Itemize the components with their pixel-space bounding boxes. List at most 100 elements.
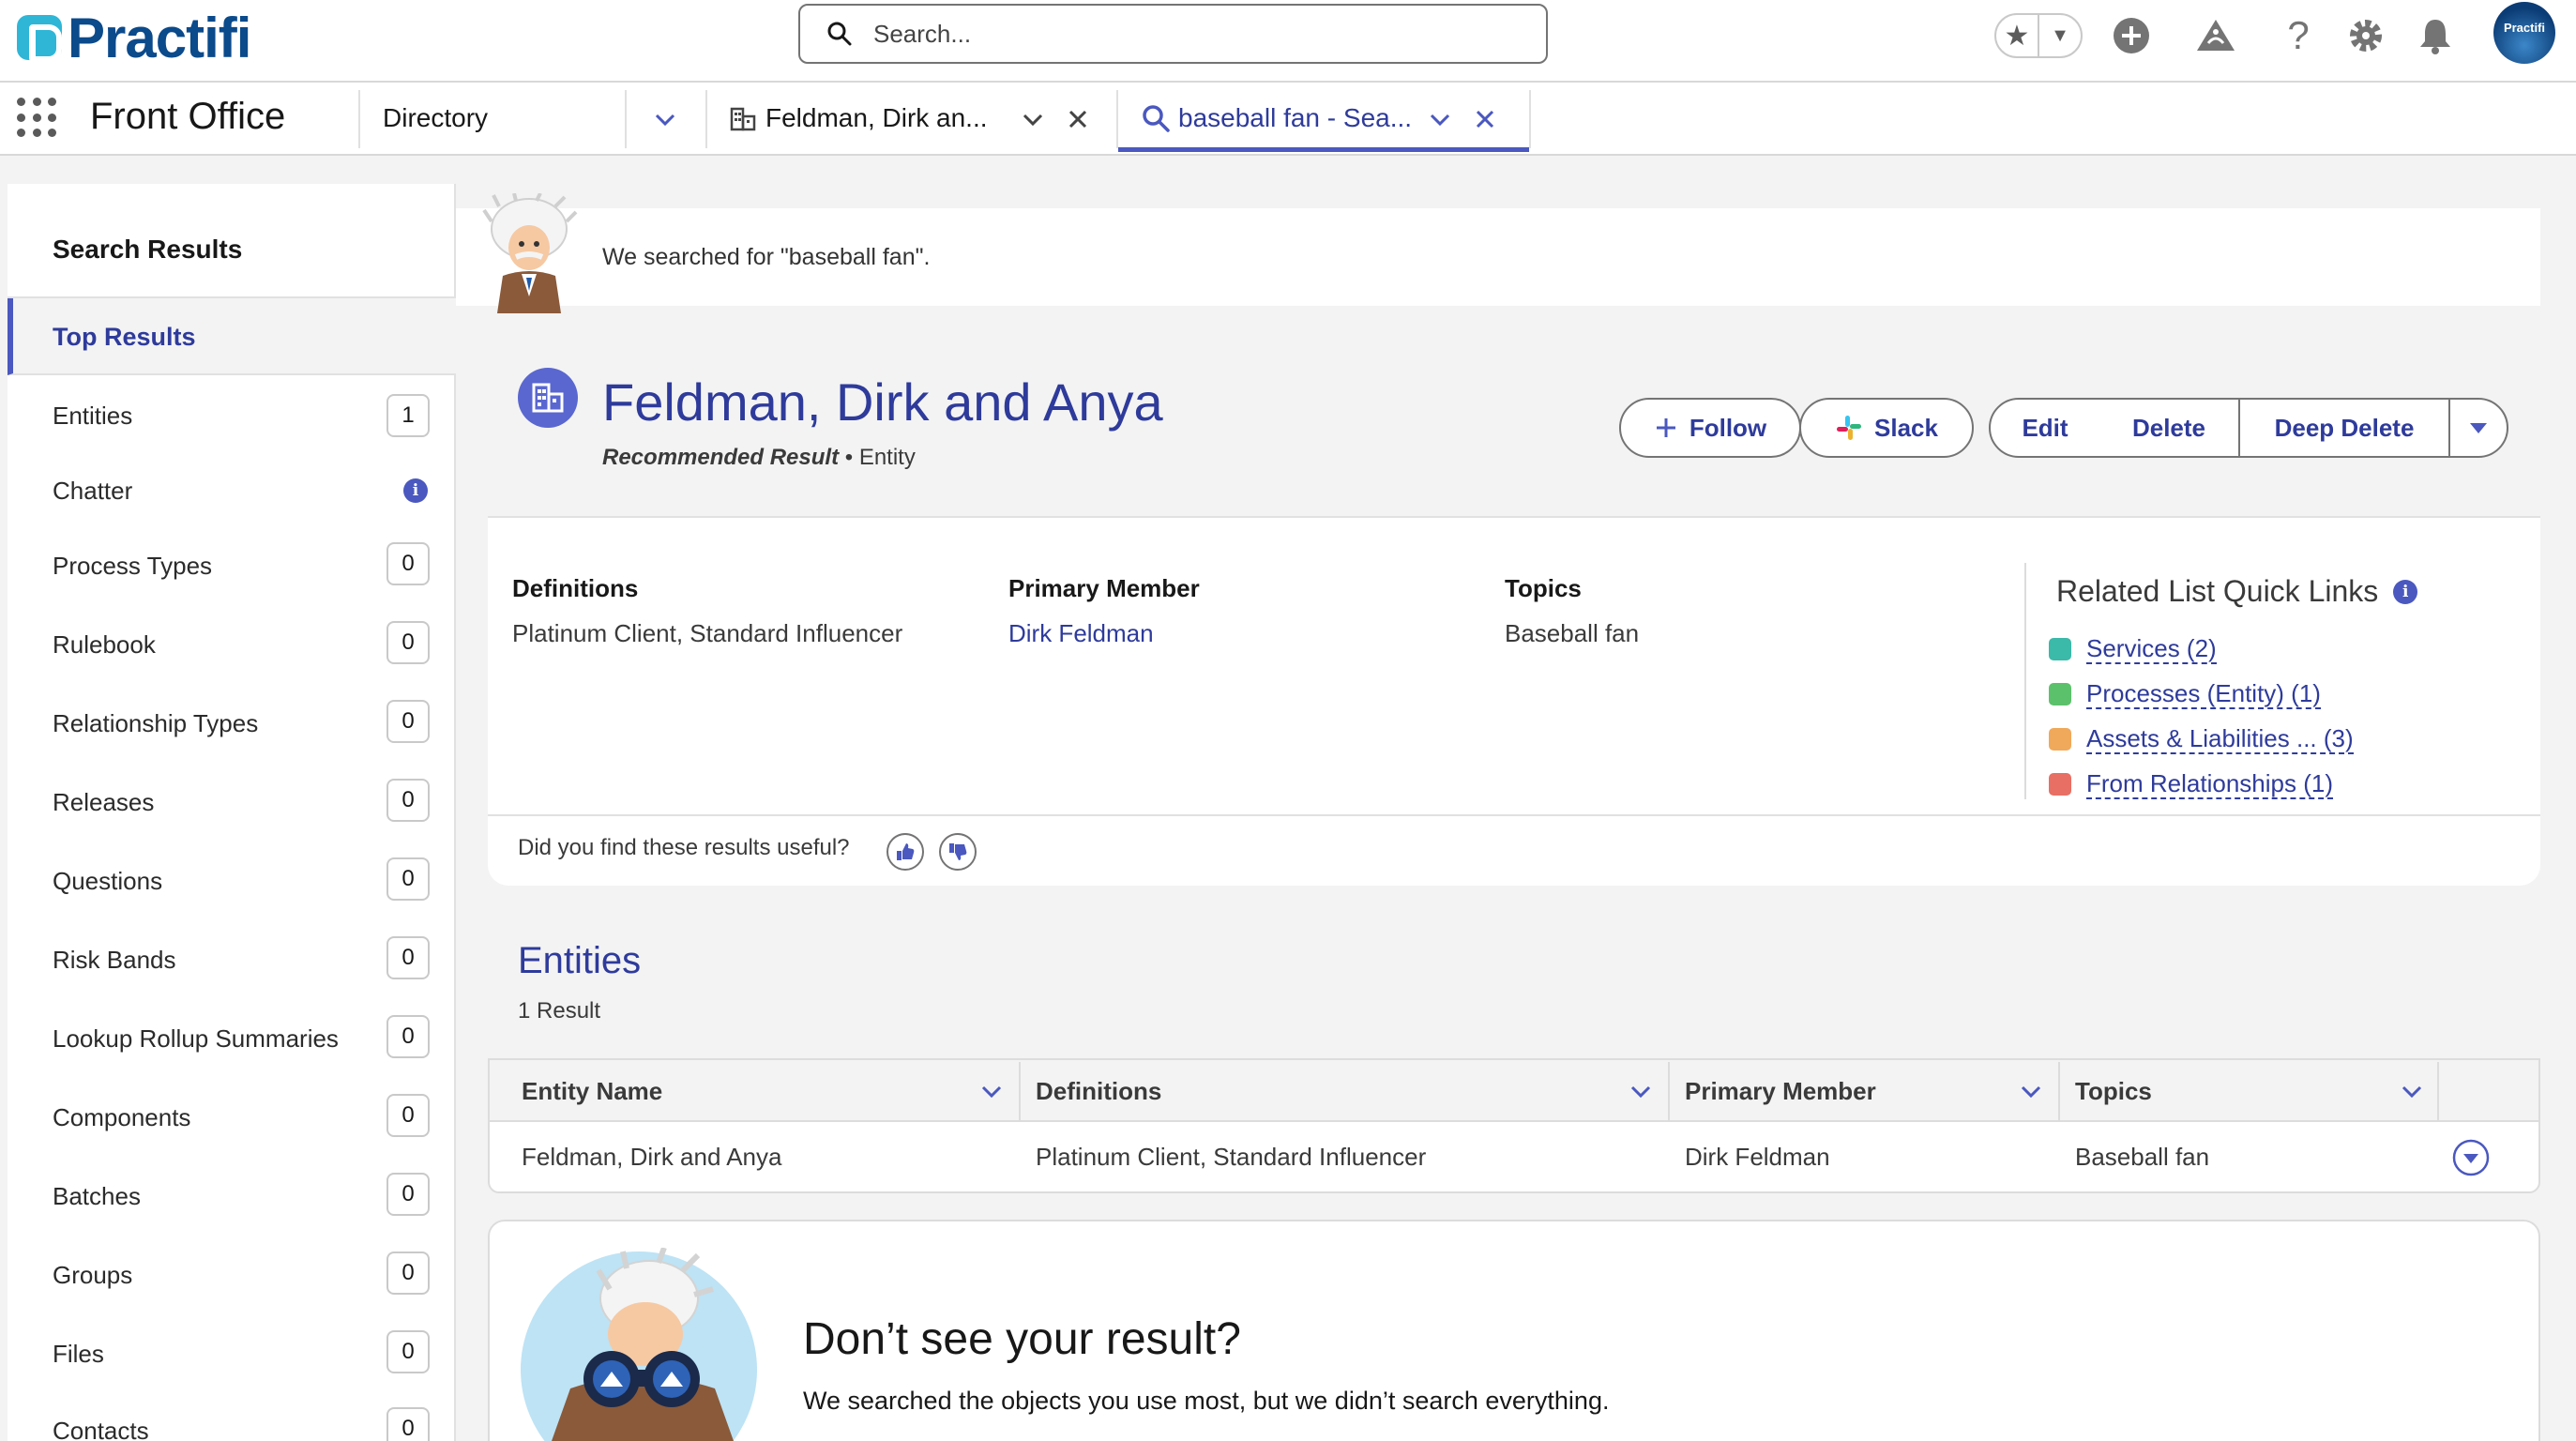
user-avatar[interactable]: Practifi <box>2493 2 2555 64</box>
cell-entity-name-link[interactable]: Feldman, Dirk and Anya <box>522 1143 781 1172</box>
count-badge: 0 <box>386 857 430 901</box>
favorites-dropdown-icon[interactable]: ▼ <box>2038 15 2081 56</box>
sidebar-item-chatter[interactable]: Chatter <box>53 477 132 506</box>
quick-link-label: Processes (Entity) (1) <box>2086 679 2321 709</box>
slack-button[interactable]: Slack <box>1799 398 1974 458</box>
tab-search-label: baseball fan - Sea... <box>1178 103 1413 132</box>
help-icon[interactable]: ? <box>2276 13 2321 58</box>
app-launcher-icon[interactable] <box>17 98 58 139</box>
follow-button[interactable]: Follow <box>1619 398 1801 458</box>
close-icon[interactable] <box>1068 109 1088 129</box>
column-divider <box>2058 1062 2060 1120</box>
sidebar-item-top-results[interactable]: Top Results <box>8 298 456 375</box>
trailhead-icon[interactable] <box>2193 13 2238 58</box>
delete-button[interactable]: Delete <box>2099 398 2240 458</box>
sidebar-item-releases[interactable]: Releases <box>53 788 154 817</box>
result-title[interactable]: Feldman, Dirk and Anya <box>602 372 1163 432</box>
search-icon <box>1143 105 1170 132</box>
search-summary-text: We searched for "baseball fan". <box>602 244 931 270</box>
entities-result-count: 1 Result <box>518 998 601 1024</box>
thumbs-up-icon[interactable] <box>886 833 924 871</box>
sidebar-item-rulebook[interactable]: Rulebook <box>53 630 156 660</box>
count-badge: 0 <box>386 779 430 822</box>
quick-link-services[interactable]: Services (2) <box>2049 634 2217 664</box>
chevron-down-icon[interactable] <box>1428 107 1452 131</box>
row-actions-icon[interactable] <box>2452 1139 2490 1176</box>
quick-link-assets-liabilities[interactable]: Assets & Liabilities ... (3) <box>2049 724 2354 754</box>
recommended-label: Recommended Result <box>602 445 840 470</box>
gear-icon[interactable] <box>2343 13 2388 58</box>
column-divider <box>2437 1062 2439 1120</box>
quick-link-from-relationships[interactable]: From Relationships (1) <box>2049 769 2333 799</box>
sidebar-item-batches[interactable]: Batches <box>53 1182 141 1211</box>
count-badge: 0 <box>386 1094 430 1137</box>
quick-links-divider <box>2024 563 2026 799</box>
chevron-down-icon[interactable] <box>653 107 677 131</box>
nav-object-selector[interactable]: Directory <box>383 103 488 133</box>
info-icon: i <box>403 478 428 503</box>
nav-divider <box>1529 90 1531 148</box>
app-name: Front Office <box>90 96 286 137</box>
feedback-question: Did you find these results useful? <box>518 835 850 860</box>
relationships-icon <box>2049 773 2071 796</box>
entities-section-title[interactable]: Entities <box>518 940 641 982</box>
thumbs-down-icon[interactable] <box>939 833 977 871</box>
search-results-sidebar: Search Results Top Results Entities 1 Ch… <box>8 184 456 1441</box>
column-divider <box>1019 1062 1021 1120</box>
sidebar-item-relationship-types[interactable]: Relationship Types <box>53 709 258 738</box>
info-icon[interactable]: i <box>2393 579 2418 604</box>
sidebar-item-contacts[interactable]: Contacts <box>53 1417 149 1441</box>
primary-member-link[interactable]: Dirk Feldman <box>1008 619 1154 648</box>
sidebar-title: Search Results <box>53 235 243 264</box>
tab-entity-record[interactable]: Feldman, Dirk an... <box>705 83 1116 152</box>
sidebar-item-questions[interactable]: Questions <box>53 867 162 896</box>
sidebar-item-risk-bands[interactable]: Risk Bands <box>53 946 176 975</box>
column-header-definitions[interactable]: Definitions <box>1036 1077 1161 1106</box>
edit-button[interactable]: Edit <box>1989 398 2101 458</box>
sidebar-item-files[interactable]: Files <box>53 1340 104 1369</box>
sidebar-item-lookup-rollup-summaries[interactable]: Lookup Rollup Summaries <box>53 1024 339 1054</box>
table-header-row <box>488 1058 2540 1122</box>
topics-value: Baseball fan <box>1505 619 1640 647</box>
chevron-down-icon[interactable] <box>2400 1079 2424 1103</box>
star-icon[interactable]: ★ <box>1996 15 2038 56</box>
not-found-title: Don’t see your result? <box>803 1314 1241 1364</box>
count-badge: 0 <box>386 1015 430 1058</box>
close-icon[interactable] <box>1475 109 1495 129</box>
chevron-down-icon[interactable] <box>1021 107 1045 131</box>
global-actions-icon[interactable] <box>2109 13 2154 58</box>
count-badge: 1 <box>386 394 430 437</box>
quick-link-label: Services (2) <box>2086 634 2217 664</box>
sidebar-item-label: Top Results <box>53 323 196 351</box>
topics-label: Topics <box>1505 574 1582 602</box>
chevron-down-icon[interactable] <box>1629 1079 1653 1103</box>
chevron-down-icon[interactable] <box>979 1079 1004 1103</box>
practifi-logo-mark <box>17 15 62 62</box>
tab-search-results[interactable]: baseball fan - Sea... <box>1118 83 1529 152</box>
building-icon <box>730 107 756 131</box>
more-actions-button[interactable] <box>2448 398 2508 458</box>
cell-primary-member-link[interactable]: Dirk Feldman <box>1685 1143 1830 1172</box>
sidebar-item-components[interactable]: Components <box>53 1103 190 1132</box>
sidebar-item-groups[interactable]: Groups <box>53 1261 132 1290</box>
slack-label: Slack <box>1874 413 1938 442</box>
nav-divider <box>358 90 360 148</box>
cell-topics: Baseball fan <box>2075 1143 2210 1171</box>
deep-delete-button[interactable]: Deep Delete <box>2238 398 2450 458</box>
global-search-input[interactable]: Search... <box>798 4 1548 64</box>
quick-link-processes[interactable]: Processes (Entity) (1) <box>2049 679 2321 709</box>
column-header-topics[interactable]: Topics <box>2075 1077 2152 1106</box>
count-badge: 0 <box>386 936 430 979</box>
result-type: Entity <box>858 445 916 470</box>
bell-icon[interactable] <box>2413 13 2458 58</box>
column-header-primary-member[interactable]: Primary Member <box>1685 1077 1876 1106</box>
practifi-logo[interactable]: Practifi <box>17 6 251 69</box>
column-header-entity-name[interactable]: Entity Name <box>522 1077 662 1106</box>
sidebar-item-process-types[interactable]: Process Types <box>53 552 212 581</box>
count-badge: 0 <box>386 1173 430 1216</box>
sidebar-item-entities[interactable]: Entities <box>53 402 132 431</box>
cell-definitions: Platinum Client, Standard Influencer <box>1036 1143 1427 1171</box>
count-badge: 0 <box>386 1407 430 1441</box>
chevron-down-icon[interactable] <box>2019 1079 2043 1103</box>
favorites-group[interactable]: ★ ▼ <box>1994 13 2083 58</box>
